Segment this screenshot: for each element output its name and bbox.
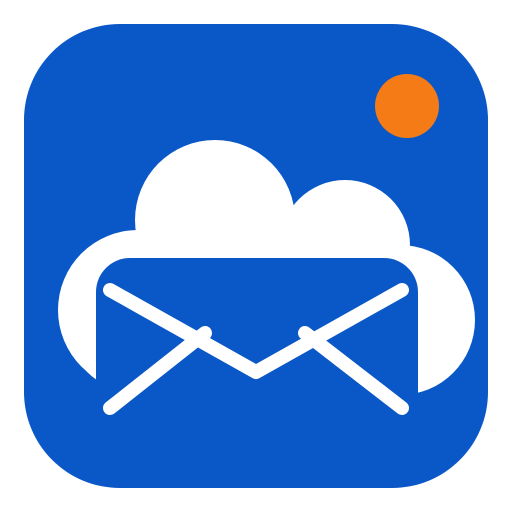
notification-dot-icon xyxy=(375,74,439,138)
icon-stage xyxy=(0,0,512,512)
envelope-icon xyxy=(96,258,418,448)
cloud-mail-app-icon[interactable] xyxy=(0,0,512,512)
